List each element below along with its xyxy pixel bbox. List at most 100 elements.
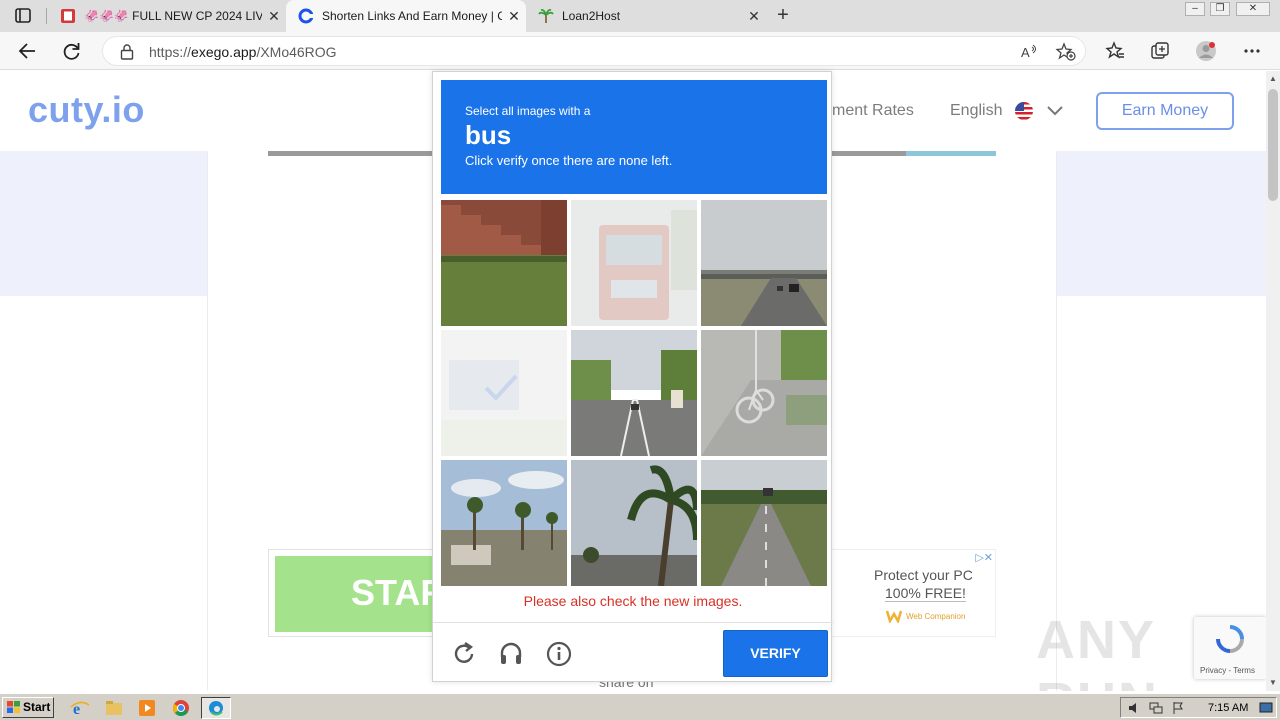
ad-line-1: Protect your PC [874,567,973,583]
palm-tree-closeup-image [571,460,697,586]
speaker-icon[interactable] [1127,701,1141,715]
network-icon[interactable] [1149,701,1163,715]
cuty-favicon-icon [298,8,314,24]
tab-cuty-active[interactable]: Shorten Links And Earn Money | Cuty ✕ [286,0,526,32]
tab-loan2host[interactable]: Loan2Host ✕ [526,0,766,32]
explorer-icon[interactable] [102,697,126,719]
bicycle-sidewalk-image [701,330,827,456]
svg-text:A: A [1021,45,1030,60]
new-tab-button[interactable]: + [772,4,794,28]
progress-fill [906,151,996,156]
start-label: Start [23,700,51,714]
captcha-subtext: Click verify once there are none left. [465,153,673,168]
collections-icon[interactable] [1149,40,1171,62]
captcha-tile-4-selected[interactable] [441,330,567,456]
windows-taskbar: Start e 7:15 AM [0,693,1280,720]
screen: 🦑🦑🦑 FULL NEW CP 2024 LIVES ✕ Shorten Lin… [0,0,1280,720]
street-intersection-image [571,330,697,456]
captcha-tile-7[interactable] [441,460,567,586]
more-menu-icon[interactable] [1241,40,1263,62]
url-text: https://exego.app/XMo46ROG [149,44,337,60]
earn-money-button[interactable]: Earn Money [1096,92,1234,130]
palm-favicon-icon [538,8,554,23]
captcha-tile-6[interactable] [701,330,827,456]
tab-title: 🦑🦑🦑 FULL NEW CP 2024 LIVES [84,9,262,23]
back-arrow-icon [18,43,35,59]
brick-steps-image [441,200,567,326]
edge-icon [209,701,223,716]
us-flag-icon [1015,102,1033,120]
edge-taskbar-button[interactable] [201,697,231,719]
recaptcha-challenge: Select all images with a bus Click verif… [432,71,833,682]
favorites-icon[interactable] [1104,40,1126,62]
pdf-favicon-icon [61,9,75,23]
recaptcha-logo-icon [1216,625,1244,653]
captcha-target: bus [465,120,512,150]
highway-overpass-image [701,200,827,326]
scroll-down-arrow-icon[interactable]: ▼ [1266,675,1280,691]
recaptcha-badge[interactable]: Privacy - Terms [1194,617,1266,679]
tab-title: Loan2Host [562,9,621,23]
verify-button[interactable]: VERIFY [723,630,828,677]
windows-logo-icon [7,701,20,713]
flag-icon[interactable] [1171,701,1185,715]
browser-toolbar: https://exego.app/XMo46ROG A [0,32,1280,70]
reload-icon[interactable] [450,640,478,668]
ad-close-icon[interactable]: ▷✕ [975,551,993,564]
audio-icon[interactable] [497,640,525,668]
scrollbar-thumb[interactable] [1268,89,1278,201]
lock-icon[interactable] [119,43,135,61]
read-aloud-icon[interactable]: A [1019,43,1039,61]
chevron-down-icon[interactable] [1046,104,1064,118]
ad-banner-start[interactable]: STAR [268,549,446,637]
site-logo[interactable]: cuty.io [28,89,145,131]
browser-tab-bar: 🦑🦑🦑 FULL NEW CP 2024 LIVES ✕ Shorten Lin… [0,0,1280,32]
back-button[interactable] [15,39,41,63]
add-favorite-icon[interactable] [1055,42,1077,62]
url-path: /XMo46ROG [256,44,337,60]
captcha-divider [433,622,833,623]
tab-title: Shorten Links And Earn Money | Cuty [322,9,502,23]
minimize-button[interactable]: – [1185,2,1205,16]
nav-language[interactable]: English [950,102,1002,120]
captcha-tile-3[interactable] [701,200,827,326]
ie-icon[interactable]: e [68,697,92,719]
ad-line-2: 100% FREE! [885,585,966,602]
address-bar[interactable]: https://exego.app/XMo46ROG A [102,36,1086,66]
maximize-button[interactable]: ❐ [1210,2,1230,16]
url-scheme: https:// [149,44,192,60]
show-desktop-icon[interactable] [1259,701,1273,715]
captcha-tile-9[interactable] [701,460,827,586]
tab-close-icon[interactable]: ✕ [742,8,766,25]
tab-separator [46,8,47,24]
clock[interactable]: 7:15 AM [1208,702,1248,714]
media-icon[interactable] [135,697,159,719]
captcha-tile-2[interactable] [571,200,697,326]
captcha-instruction: Select all images with a [465,104,591,118]
system-tray: 7:15 AM [1120,697,1277,718]
tab-actions-button[interactable] [10,6,36,26]
refresh-icon [63,43,80,60]
captcha-tile-5[interactable] [571,330,697,456]
info-icon[interactable] [545,640,573,668]
tab-close-icon[interactable]: ✕ [262,8,286,25]
captcha-header: Select all images with a bus Click verif… [441,80,827,194]
refresh-button[interactable] [59,39,85,63]
highway-car-image [701,460,827,586]
palm-trees-street-image [441,460,567,586]
close-window-button[interactable]: ✕ [1236,2,1270,16]
nav-payment-rates[interactable]: ment Rates [832,102,914,120]
tab-cp-2024[interactable]: 🦑🦑🦑 FULL NEW CP 2024 LIVES ✕ [48,0,286,32]
ad-protect-pc[interactable]: ▷✕ Protect your PC 100% FREE! Web Compan… [831,549,996,637]
start-button[interactable]: Start [2,697,54,718]
captcha-tile-1[interactable] [441,200,567,326]
ad-brand: Web Companion [906,612,966,621]
tab-actions-icon [15,8,31,23]
chrome-icon[interactable] [169,697,193,719]
profile-avatar-icon[interactable] [1195,40,1217,62]
captcha-tile-8[interactable] [571,460,697,586]
scroll-up-arrow-icon[interactable]: ▲ [1266,71,1280,87]
url-domain: exego.app [191,44,257,60]
recaptcha-privacy-terms[interactable]: Privacy - Terms [1200,666,1255,675]
tab-close-icon[interactable]: ✕ [502,8,526,25]
